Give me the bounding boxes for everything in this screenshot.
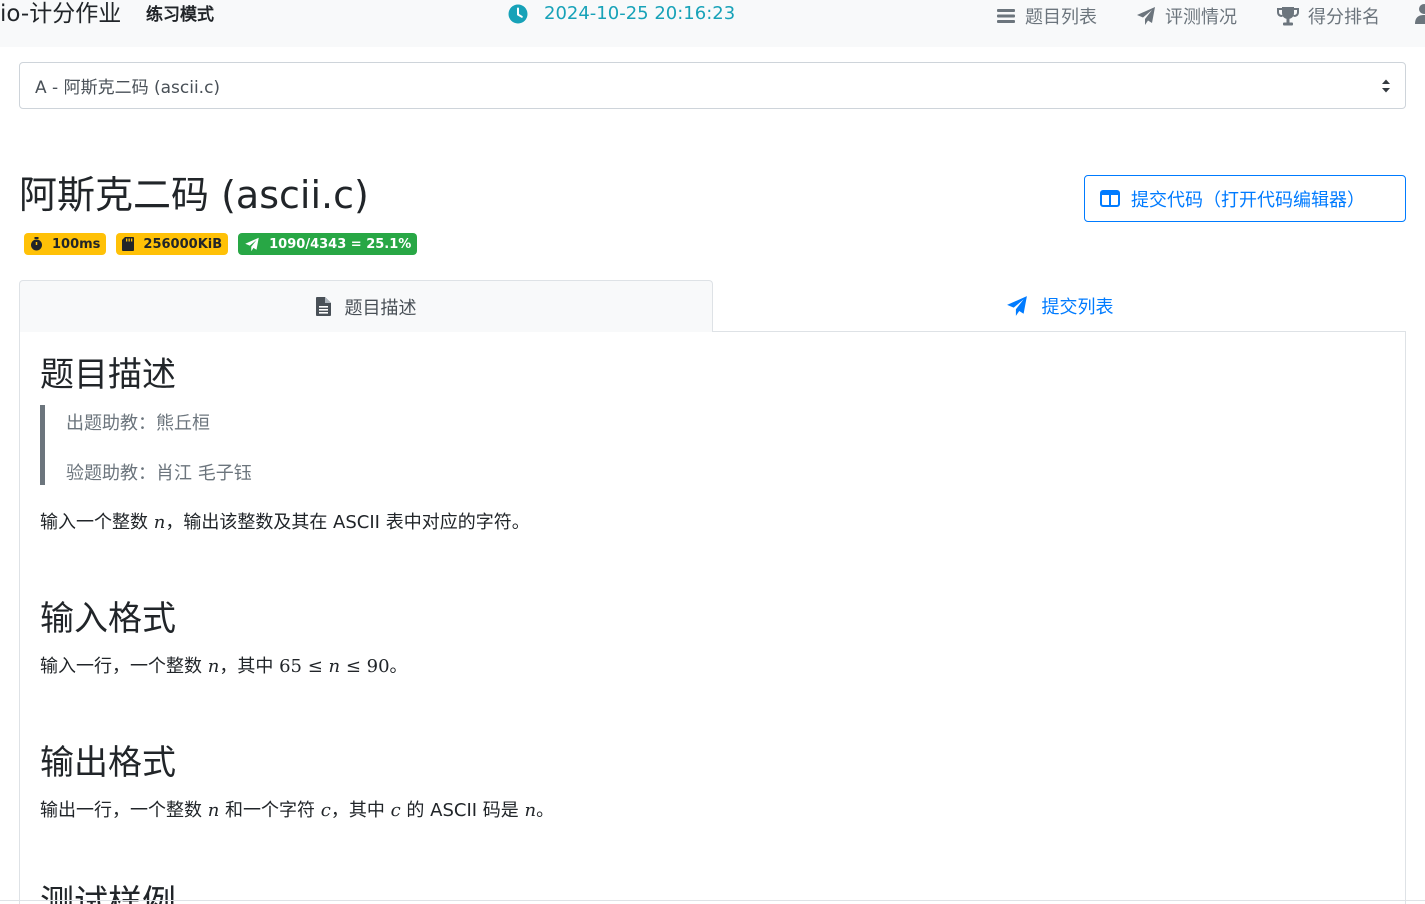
clock-time: 2024-10-25 20:16:23 bbox=[544, 3, 736, 24]
input-mid: ，其中 bbox=[219, 656, 280, 677]
math-n: n bbox=[328, 656, 341, 677]
nav-judge-status-label: 评测情况 bbox=[1165, 7, 1237, 28]
nav-ranking-label: 得分排名 bbox=[1308, 7, 1380, 28]
problem-tabs: 题目描述 提交列表 bbox=[19, 280, 1406, 332]
viewport-bottom-divider bbox=[0, 900, 1425, 901]
top-navbar: io-计分作业 练习模式 2024-10-25 20:16:23 题目列表 评测… bbox=[0, 0, 1425, 47]
stopwatch-icon bbox=[31, 237, 42, 251]
problem-badges: 100ms 256000KiB 1090/4343 = 25.1% bbox=[24, 233, 418, 255]
math-n: n bbox=[524, 800, 537, 821]
input-pre: 输入一行，一个整数 bbox=[40, 656, 208, 677]
nav-problem-list[interactable]: 题目列表 bbox=[996, 3, 1097, 29]
description-post: ，输出该整数及其在 ASCII 表中对应的字符。 bbox=[165, 512, 530, 533]
submit-code-button[interactable]: 提交代码（打开代码编辑器） bbox=[1084, 175, 1406, 222]
memory-limit-value: 256000KiB bbox=[143, 236, 223, 252]
input-format-text: 输入一行，一个整数 n，其中 65 ≤ n ≤ 90。 bbox=[40, 652, 408, 678]
output-pre: 输出一行，一个整数 bbox=[40, 800, 208, 821]
clock-icon bbox=[508, 4, 528, 23]
user-icon[interactable] bbox=[1414, 3, 1425, 25]
accept-ratio-badge: 1090/4343 = 25.1% bbox=[238, 233, 418, 255]
columns-icon bbox=[1100, 190, 1120, 207]
tab-submissions-label: 提交列表 bbox=[1041, 297, 1114, 318]
file-icon bbox=[315, 297, 331, 316]
output-mid1: 和一个字符 bbox=[219, 800, 321, 821]
memory-limit-badge: 256000KiB bbox=[116, 233, 229, 255]
math-low: 65 ≤ bbox=[279, 656, 329, 677]
math-n: n bbox=[207, 800, 220, 821]
time-limit-badge: 100ms bbox=[24, 233, 107, 255]
paper-plane-icon bbox=[1137, 7, 1155, 25]
tester-text: 验题助教：肖江 毛子钰 bbox=[66, 463, 252, 484]
nav-ranking[interactable]: 得分排名 bbox=[1277, 3, 1380, 29]
tab-description[interactable]: 题目描述 bbox=[19, 280, 713, 332]
trophy-icon bbox=[1277, 7, 1299, 26]
problem-content: 题目描述 出题助教：熊丘桓 验题助教：肖江 毛子钰 输入一个整数 n，输出该整数… bbox=[19, 332, 1406, 904]
accept-ratio-value: 1090/4343 = 25.1% bbox=[269, 236, 412, 252]
time-limit-value: 100ms bbox=[52, 236, 101, 252]
nav-judge-status[interactable]: 评测情况 bbox=[1136, 3, 1237, 29]
submit-code-label: 提交代码（打开代码编辑器） bbox=[1131, 189, 1365, 211]
brand-title[interactable]: io-计分作业 bbox=[0, 0, 121, 28]
description-text: 输入一个整数 n，输出该整数及其在 ASCII 表中对应的字符。 bbox=[40, 508, 530, 534]
paper-plane-icon bbox=[245, 237, 259, 251]
math-c: c bbox=[320, 800, 331, 821]
math-c: c bbox=[390, 800, 401, 821]
credits-blockquote: 出题助教：熊丘桓 验题助教：肖江 毛子钰 bbox=[40, 405, 440, 485]
list-icon bbox=[997, 9, 1015, 23]
tab-submissions[interactable]: 提交列表 bbox=[713, 280, 1406, 332]
output-mid3: 的 ASCII 码是 bbox=[400, 800, 525, 821]
paper-plane-icon bbox=[1006, 296, 1027, 316]
problem-select[interactable]: A - 阿斯克二码 (ascii.c) bbox=[19, 62, 1406, 109]
output-mid2: ，其中 bbox=[330, 800, 391, 821]
tab-description-label: 题目描述 bbox=[344, 297, 417, 319]
select-arrows-icon bbox=[1382, 79, 1390, 93]
math-n: n bbox=[207, 656, 220, 677]
mode-label: 练习模式 bbox=[146, 5, 214, 25]
setter-text: 出题助教：熊丘桓 bbox=[66, 413, 210, 434]
sd-card-icon bbox=[122, 237, 135, 251]
description-pre: 输入一个整数 bbox=[40, 512, 154, 533]
nav-problem-list-label: 题目列表 bbox=[1025, 7, 1097, 28]
output-format-text: 输出一行，一个整数 n 和一个字符 c，其中 c 的 ASCII 码是 n。 bbox=[40, 796, 554, 822]
output-post: 。 bbox=[536, 800, 555, 821]
problem-title: 阿斯克二码 (ascii.c) bbox=[19, 173, 369, 217]
description-heading: 题目描述 bbox=[40, 355, 176, 395]
math-high: ≤ 90 bbox=[340, 656, 390, 677]
problem-select-value: A - 阿斯克二码 (ascii.c) bbox=[35, 78, 221, 98]
input-post: 。 bbox=[389, 656, 408, 677]
math-n: n bbox=[153, 512, 166, 533]
server-clock: 2024-10-25 20:16:23 bbox=[508, 3, 735, 24]
output-format-heading: 输出格式 bbox=[40, 743, 176, 783]
input-format-heading: 输入格式 bbox=[40, 599, 176, 639]
